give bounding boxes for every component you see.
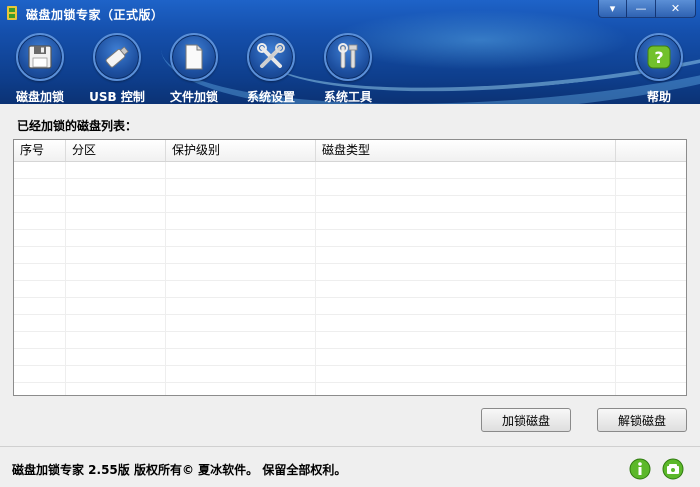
close-button[interactable]: ✕	[656, 0, 696, 18]
usb-drive-icon	[93, 33, 141, 81]
unlock-disk-button[interactable]: 解锁磁盘	[597, 408, 687, 432]
locked-disks-table[interactable]: 序号 分区 保护级别 磁盘类型	[13, 139, 687, 396]
table-header: 序号 分区 保护级别 磁盘类型	[14, 140, 686, 162]
table-body[interactable]	[14, 162, 686, 395]
toolbar-label: USB 控制	[89, 90, 145, 104]
wrench-icon	[324, 33, 372, 81]
toolbar-usb-control[interactable]: USB 控制	[82, 33, 152, 104]
svg-text:?: ?	[654, 48, 663, 67]
window-title: 磁盘加锁专家（正式版）	[26, 8, 164, 22]
window-controls: ▾ — ✕	[598, 0, 696, 20]
toolbar-label: 磁盘加锁	[15, 90, 64, 104]
toolbar-file-lock[interactable]: 文件加锁	[159, 33, 229, 104]
tools-icon	[247, 33, 295, 81]
floppy-disk-icon	[16, 33, 64, 81]
toolbar-disk-lock[interactable]: 磁盘加锁	[5, 33, 75, 104]
locked-disks-title: 已经加锁的磁盘列表：	[17, 119, 138, 133]
toolbar-system-settings[interactable]: 系统设置	[236, 33, 306, 104]
column-header-spare[interactable]	[616, 140, 686, 161]
info-icon[interactable]	[629, 458, 651, 480]
app-window: 磁盘加锁专家（正式版） ▾ — ✕ 磁盘加锁 USB 控制 文件加锁 系统设置 …	[0, 0, 700, 487]
column-header-disk-type[interactable]: 磁盘类型	[316, 140, 616, 161]
help-icon: ?	[635, 33, 683, 81]
footer-divider	[0, 446, 700, 447]
toolbar-label: 帮助	[646, 90, 671, 104]
menu-dropdown-button[interactable]: ▾	[598, 0, 627, 18]
toolbar-system-tools[interactable]: 系统工具	[313, 33, 383, 104]
title-bar[interactable]: 磁盘加锁专家（正式版） ▾ — ✕	[0, 0, 700, 26]
column-header-index[interactable]: 序号	[14, 140, 66, 161]
header-banner: 磁盘加锁专家（正式版） ▾ — ✕ 磁盘加锁 USB 控制 文件加锁 系统设置 …	[0, 0, 700, 104]
column-header-protection-level[interactable]: 保护级别	[166, 140, 316, 161]
toolbar-label: 系统工具	[323, 90, 372, 104]
register-icon[interactable]	[662, 458, 684, 480]
app-logo-icon	[7, 6, 17, 20]
lock-disk-button[interactable]: 加锁磁盘	[481, 408, 571, 432]
copyright-text: 磁盘加锁专家 2.55版 版权所有© 夏冰软件。 保留全部权利。	[12, 463, 347, 477]
toolbar-help[interactable]: ? 帮助	[624, 33, 694, 104]
document-icon	[170, 33, 218, 81]
minimize-button[interactable]: —	[627, 0, 656, 18]
column-header-partition[interactable]: 分区	[66, 140, 166, 161]
toolbar-label: 文件加锁	[169, 90, 218, 104]
toolbar-label: 系统设置	[246, 90, 295, 104]
